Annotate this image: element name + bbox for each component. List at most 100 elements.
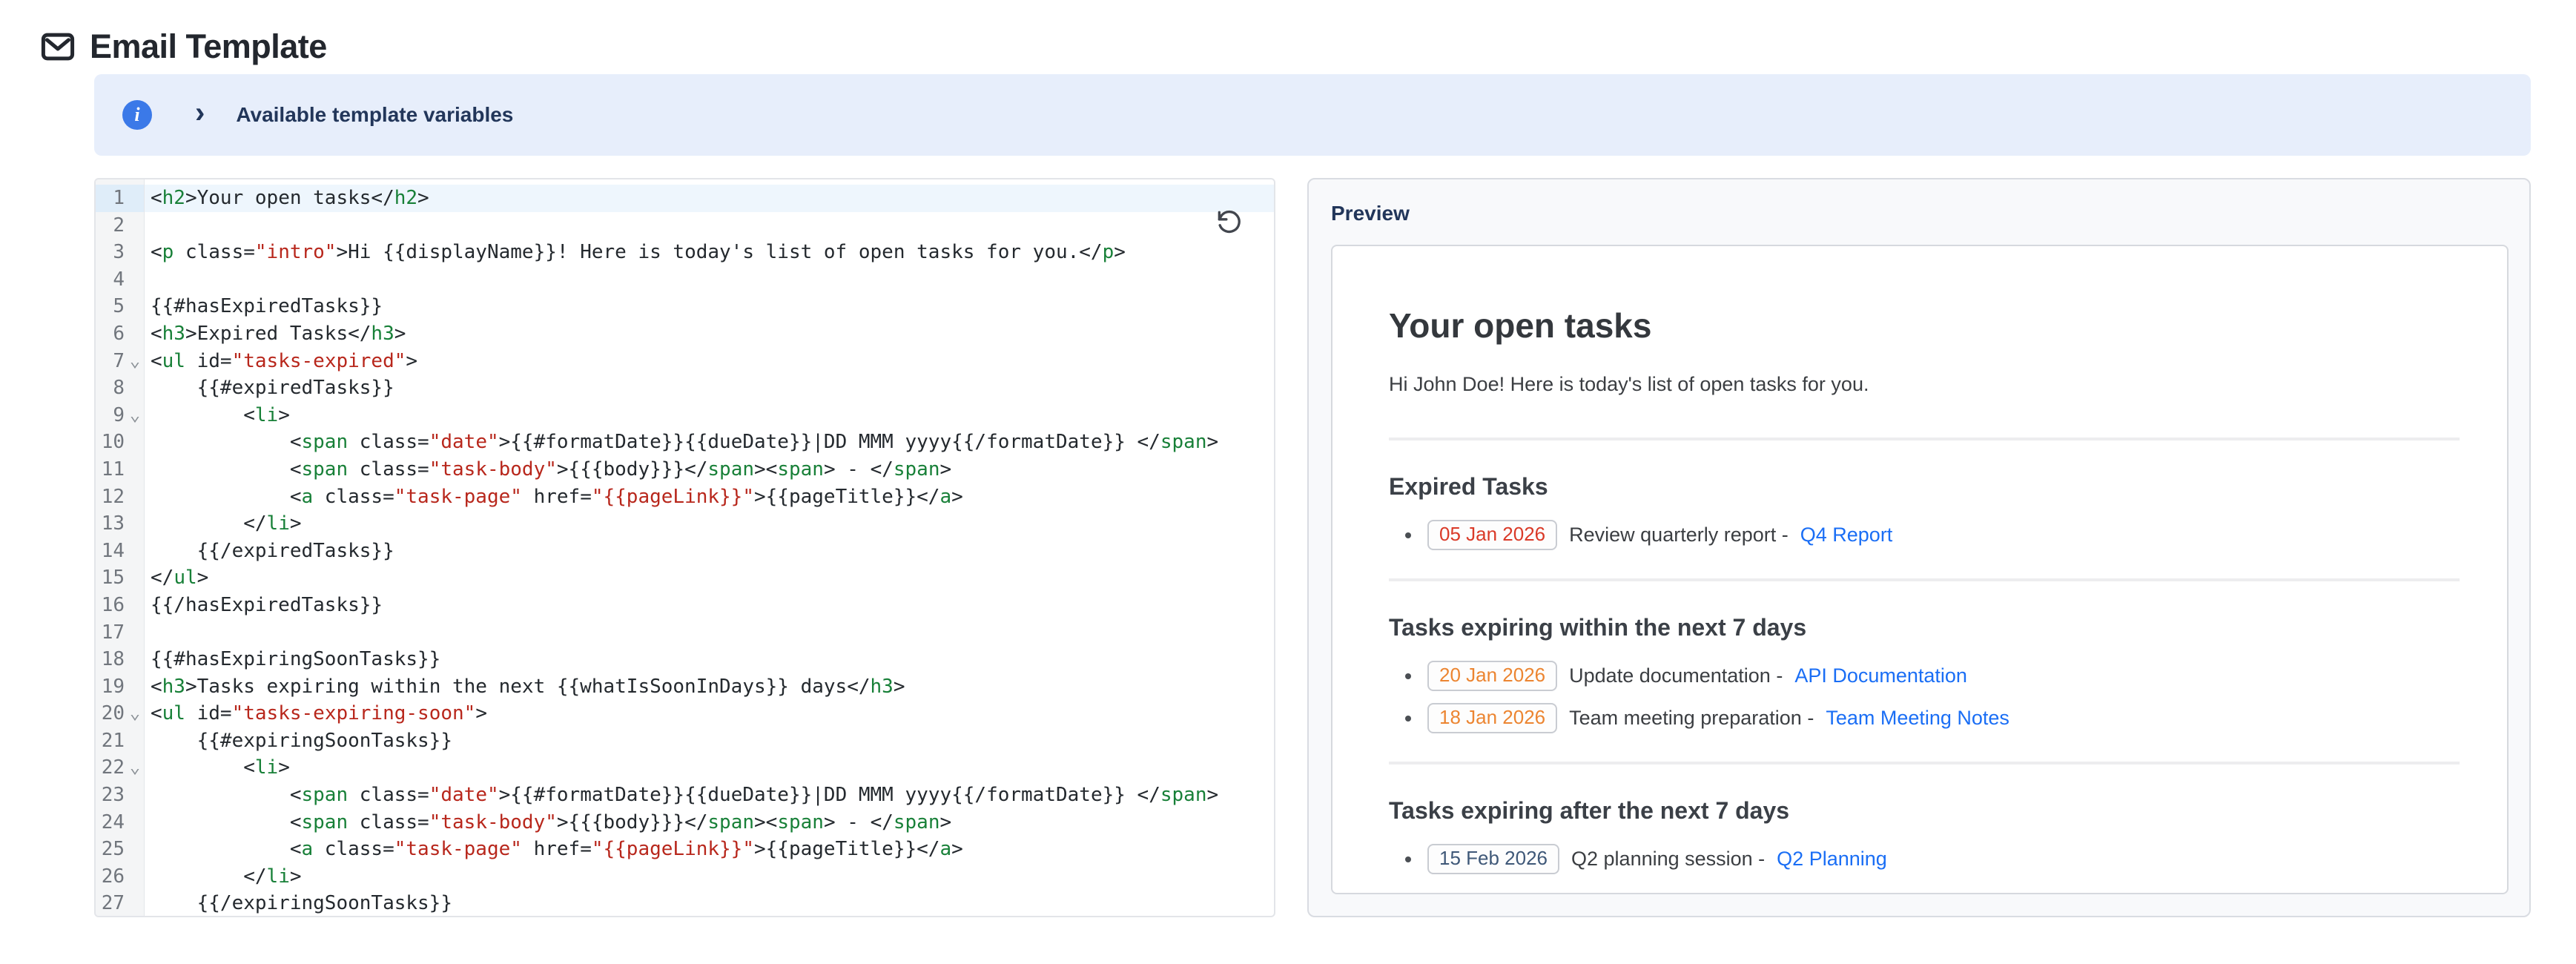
code-line[interactable]: 26 </li> xyxy=(96,863,1274,891)
code-line[interactable]: 19<h3>Tasks expiring within the next {{w… xyxy=(96,673,1274,701)
line-number: 10 xyxy=(96,429,145,456)
code-line[interactable]: 25 <a class="task-page" href="{{pageLink… xyxy=(96,836,1274,863)
code-line[interactable]: 14 {{/expiredTasks}} xyxy=(96,538,1274,565)
task-link[interactable]: Q2 Planning xyxy=(1777,848,1887,871)
code-line-content[interactable]: <h3>Expired Tasks</h3> xyxy=(145,320,1274,348)
code-line-content[interactable]: <li> xyxy=(145,754,1274,782)
divider xyxy=(1389,762,2460,765)
code-line[interactable]: 6<h3>Expired Tasks</h3> xyxy=(96,320,1274,348)
code-line[interactable]: 17 xyxy=(96,619,1274,647)
code-line[interactable]: 24 <span class="task-body">{{{body}}}</s… xyxy=(96,809,1274,836)
code-line[interactable]: 23 <span class="date">{{#formatDate}}{{d… xyxy=(96,782,1274,809)
code-line[interactable]: 2 xyxy=(96,212,1274,240)
preview-sections: Expired Tasks 05 Jan 2026Review quarterly… xyxy=(1389,438,2460,894)
banner-label[interactable]: Available template variables xyxy=(236,103,513,127)
code-line-content[interactable]: <a class="task-page" href="{{pageLink}}"… xyxy=(145,483,1274,511)
task-link[interactable]: Team Meeting Notes xyxy=(1826,707,2009,730)
code-line[interactable]: 3<p class="intro">Hi {{displayName}}! He… xyxy=(96,239,1274,266)
code-line-content[interactable]: <ul id="tasks-expired"> xyxy=(145,348,1274,375)
code-line-content[interactable]: <span class="date">{{#formatDate}}{{dueD… xyxy=(145,782,1274,809)
fold-chevron-icon[interactable]: ⌄ xyxy=(126,401,144,429)
code-line-content[interactable]: {{/hasExpiredTasks}} xyxy=(145,592,1274,619)
fold-chevron-icon[interactable]: ⌄ xyxy=(126,699,144,727)
code-area[interactable]: 1<h2>Your open tasks</h2>23<p class="int… xyxy=(96,179,1274,917)
line-number: 1 xyxy=(96,185,145,212)
line-number: 18 xyxy=(96,646,145,673)
code-line[interactable]: 27 {{/expiringSoonTasks}} xyxy=(96,890,1274,917)
code-line[interactable]: 11 <span class="task-body">{{{body}}}</s… xyxy=(96,456,1274,483)
code-line-content[interactable]: {{/expiringSoonTasks}} xyxy=(145,890,1274,917)
code-line-content[interactable]: {{#hasExpiringSoonTasks}} xyxy=(145,646,1274,673)
code-editor[interactable]: 1<h2>Your open tasks</h2>23<p class="int… xyxy=(94,178,1275,917)
section-title: Expired Tasks xyxy=(1389,473,2460,501)
fold-chevron-icon[interactable]: ⌄ xyxy=(126,753,144,781)
fold-chevron-icon[interactable]: ⌄ xyxy=(126,347,144,374)
code-line[interactable]: 18{{#hasExpiringSoonTasks}} xyxy=(96,646,1274,673)
code-line-content[interactable]: <h2>Your open tasks</h2> xyxy=(145,185,1274,212)
task-item: 20 Jan 2026Update documentation -API Doc… xyxy=(1405,661,2460,691)
undo-icon xyxy=(1215,208,1243,236)
code-line[interactable]: 12 <a class="task-page" href="{{pageLink… xyxy=(96,483,1274,511)
task-item: 18 Jan 2026Team meeting preparation -Tea… xyxy=(1405,703,2460,733)
line-number: 6 xyxy=(96,320,145,348)
line-number: 26 xyxy=(96,863,145,891)
code-line[interactable]: 5{{#hasExpiredTasks}} xyxy=(96,293,1274,320)
task-list: 15 Feb 2026Q2 planning session -Q2 Plann… xyxy=(1389,844,2460,874)
undo-button[interactable] xyxy=(1215,208,1243,236)
page-title: Email Template xyxy=(90,27,327,66)
code-line[interactable]: 1<h2>Your open tasks</h2> xyxy=(96,185,1274,212)
task-section: Tasks expiring after the next 7 days15 F… xyxy=(1389,797,2460,874)
code-line-content[interactable]: {{/expiredTasks}} xyxy=(145,538,1274,565)
code-line-content[interactable]: <ul id="tasks-expiring-soon"> xyxy=(145,700,1274,727)
line-number: 20⌄ xyxy=(96,700,145,727)
task-text: Review quarterly report - xyxy=(1569,524,1789,547)
info-banner[interactable]: i › Available template variables xyxy=(94,74,2531,156)
email-heading: Your open tasks xyxy=(1389,306,2460,346)
code-line-content[interactable]: <h3>Tasks expiring within the next {{wha… xyxy=(145,673,1274,701)
line-number: 11 xyxy=(96,456,145,483)
due-date-badge: 15 Feb 2026 xyxy=(1427,844,1559,874)
line-number: 8 xyxy=(96,374,145,402)
code-line[interactable]: 20⌄<ul id="tasks-expiring-soon"> xyxy=(96,700,1274,727)
line-number: 27 xyxy=(96,890,145,917)
code-line-content[interactable]: {{#hasExpiredTasks}} xyxy=(145,293,1274,320)
code-line[interactable]: 9⌄ <li> xyxy=(96,402,1274,429)
code-line-content[interactable]: {{#expiredTasks}} xyxy=(145,374,1274,402)
code-line-content[interactable]: {{#expiringSoonTasks}} xyxy=(145,727,1274,755)
code-line-content[interactable]: <a class="task-page" href="{{pageLink}}"… xyxy=(145,836,1274,863)
code-line[interactable]: 7⌄<ul id="tasks-expired"> xyxy=(96,348,1274,375)
line-number: 2 xyxy=(96,212,145,240)
code-line[interactable]: 13 </li> xyxy=(96,510,1274,538)
code-line[interactable]: 4 xyxy=(96,266,1274,294)
code-line[interactable]: 22⌄ <li> xyxy=(96,754,1274,782)
preview-label: Preview xyxy=(1331,202,2509,225)
code-line-content[interactable]: </li> xyxy=(145,863,1274,891)
code-line[interactable]: 10 <span class="date">{{#formatDate}}{{d… xyxy=(96,429,1274,456)
task-link[interactable]: Q4 Report xyxy=(1800,524,1893,547)
preview-panel: Preview Your open tasks Hi John Doe! Her… xyxy=(1307,178,2531,917)
code-line-content[interactable]: </li> xyxy=(145,510,1274,538)
code-line[interactable]: 21 {{#expiringSoonTasks}} xyxy=(96,727,1274,755)
code-line-content[interactable]: <span class="task-body">{{{body}}}</span… xyxy=(145,456,1274,483)
code-line-content[interactable]: <span class="date">{{#formatDate}}{{dueD… xyxy=(145,429,1274,456)
code-line[interactable]: 8 {{#expiredTasks}} xyxy=(96,374,1274,402)
code-line-content[interactable]: <li> xyxy=(145,402,1274,429)
gutter xyxy=(96,179,145,185)
code-line[interactable]: 16{{/hasExpiredTasks}} xyxy=(96,592,1274,619)
main-columns: 1<h2>Your open tasks</h2>23<p class="int… xyxy=(94,178,2576,917)
code-line-content[interactable]: </ul> xyxy=(145,564,1274,592)
code-line-content[interactable]: <p class="intro">Hi {{displayName}}! Her… xyxy=(145,239,1274,266)
line-number: 5 xyxy=(96,293,145,320)
code-line-content[interactable]: <span class="task-body">{{{body}}}</span… xyxy=(145,809,1274,836)
chevron-right-icon[interactable]: › xyxy=(195,98,205,128)
code-line-content[interactable] xyxy=(145,266,1274,294)
task-item: 05 Jan 2026Review quarterly report -Q4 R… xyxy=(1405,520,2460,550)
task-link[interactable]: API Documentation xyxy=(1794,664,1967,687)
code-line-content[interactable] xyxy=(145,212,1274,240)
line-number: 4 xyxy=(96,266,145,294)
code-line-content[interactable] xyxy=(145,619,1274,647)
line-number: 7⌄ xyxy=(96,348,145,375)
line-number: 23 xyxy=(96,782,145,809)
section-title: Tasks expiring within the next 7 days xyxy=(1389,614,2460,641)
code-line[interactable]: 15</ul> xyxy=(96,564,1274,592)
